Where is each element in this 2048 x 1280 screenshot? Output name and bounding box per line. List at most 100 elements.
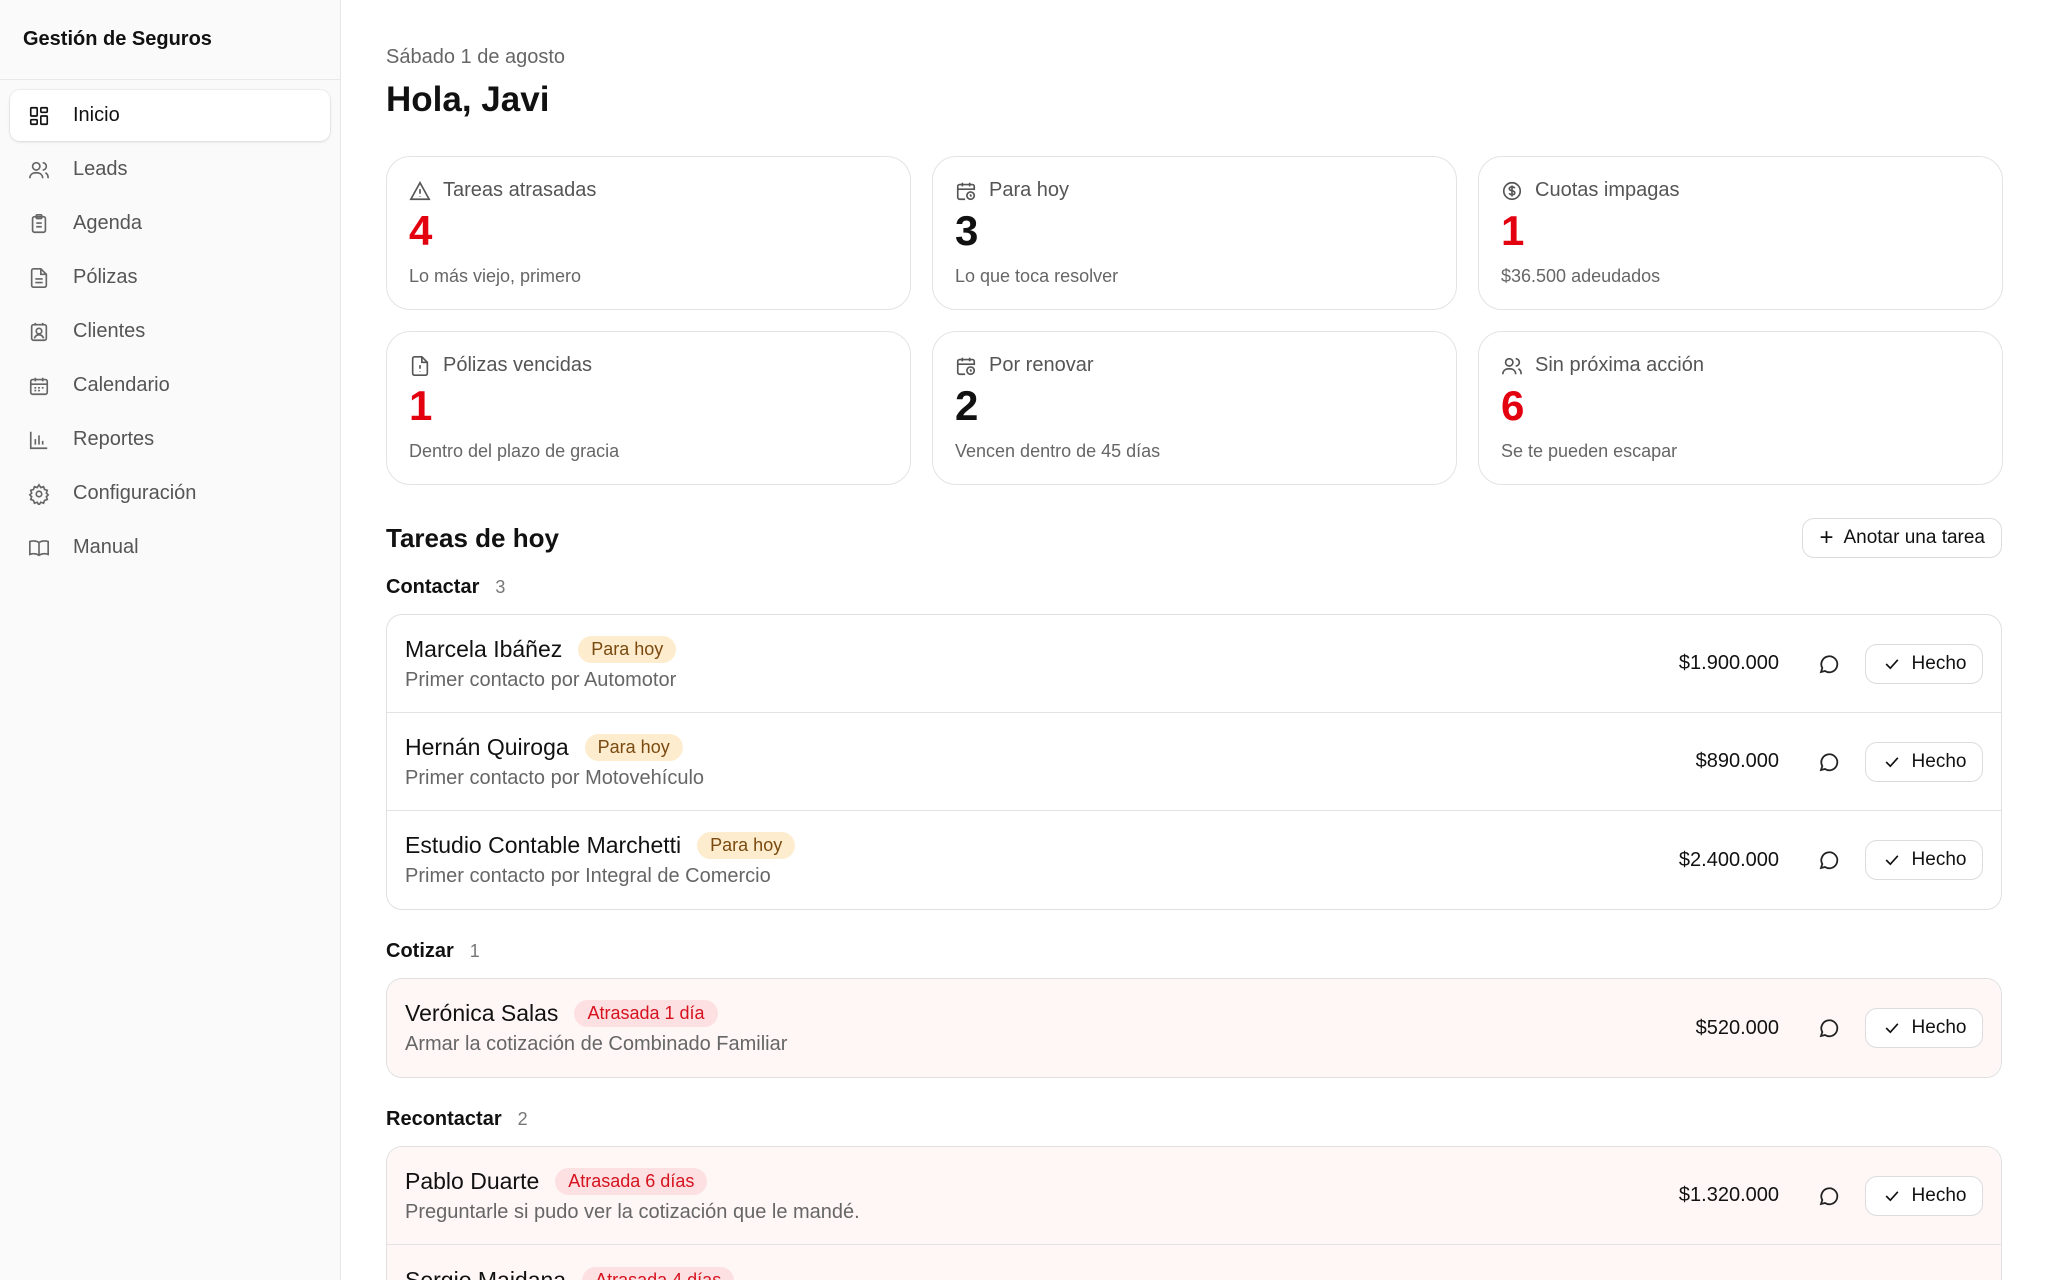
task-amount: $1.900.000 (1678, 652, 1779, 674)
status-badge: Atrasada 4 días (582, 1267, 735, 1280)
calendar-clock-icon (955, 355, 977, 377)
clipboard-icon (28, 213, 50, 235)
group-label-cotizar: Cotizar 1 (386, 940, 480, 963)
sidebar-item-calendario[interactable]: Calendario (10, 360, 330, 411)
task-client-name: Sergio Maidana (405, 1267, 567, 1280)
stats-grid: Tareas atrasadas 4 Lo más viejo, primero… (386, 156, 2003, 485)
message-icon[interactable] (1815, 846, 1843, 874)
group-count: 1 (469, 941, 480, 961)
task-description: Primer contacto por Integral de Comercio (405, 865, 771, 887)
done-label: Hecho (1911, 652, 1967, 674)
check-icon (1885, 1190, 1898, 1201)
stat-title: Cuotas impagas (1535, 179, 1680, 201)
done-button[interactable]: Hecho (1865, 1008, 1983, 1048)
stat-title: Por renovar (989, 354, 1094, 376)
add-task-label: Anotar una tarea (1843, 527, 1985, 548)
warning-icon (409, 180, 431, 202)
stat-value: 1 (1501, 207, 1525, 254)
sidebar-item-configuracion[interactable]: Configuración (10, 468, 330, 519)
stat-card-para-hoy[interactable]: Para hoy 3 Lo que toca resolver (932, 156, 1457, 310)
page-title: Hola, Javi (386, 80, 550, 119)
add-task-button[interactable]: + Anotar una tarea (1802, 518, 2002, 558)
task-description: Primer contacto por Motovehículo (405, 766, 705, 789)
task-amount: $1.320.000 (1678, 1184, 1779, 1206)
done-button[interactable]: Hecho (1865, 840, 1983, 880)
stat-title: Sin próxima acción (1535, 354, 1704, 376)
message-icon[interactable] (1815, 748, 1843, 776)
check-icon (1885, 855, 1898, 866)
task-row[interactable]: Hernán Quiroga Para hoy Primer contacto … (387, 713, 2001, 811)
task-amount: $890.000 (1695, 750, 1779, 772)
task-client-name: Hernán Quiroga (405, 733, 569, 760)
sidebar-item-inicio[interactable]: Inicio (10, 90, 330, 141)
bar-chart-icon (28, 429, 50, 451)
task-row[interactable]: Marcela Ibáñez Para hoy Primer contacto … (387, 615, 2001, 713)
stat-value: 3 (955, 207, 979, 254)
message-icon[interactable] (1815, 1014, 1843, 1042)
stat-card-tareas-atrasadas[interactable]: Tareas atrasadas 4 Lo más viejo, primero (386, 156, 911, 310)
sidebar-item-polizas[interactable]: Pólizas (10, 252, 330, 303)
file-alert-icon (409, 355, 431, 377)
sidebar-item-label: Calendario (73, 374, 170, 396)
dollar-circle-icon (1501, 180, 1523, 202)
sidebar-nav: Inicio Leads Agenda Pólizas Clientes Cal… (0, 80, 340, 586)
done-button[interactable]: Hecho (1865, 741, 1983, 782)
task-row[interactable]: Estudio Contable Marchetti Para hoy Prim… (387, 811, 2001, 909)
status-badge: Atrasada 6 días (555, 1167, 708, 1195)
message-icon[interactable] (1815, 650, 1843, 678)
sidebar-item-label: Agenda (73, 212, 142, 234)
task-amount: $2.400.000 (1678, 848, 1779, 871)
contact-icon (28, 321, 50, 343)
sidebar-item-clientes[interactable]: Clientes (10, 306, 330, 357)
status-badge: Para hoy (578, 635, 677, 663)
group-name: Recontactar (386, 1108, 502, 1130)
users-icon (1501, 355, 1523, 377)
status-badge: Para hoy (584, 733, 683, 761)
gear-icon (28, 482, 50, 505)
done-label: Hecho (1911, 750, 1967, 772)
stat-subtitle: Lo que toca resolver (955, 266, 1119, 286)
task-row[interactable]: Sergio Maidana Atrasada 4 días (387, 1245, 2001, 1280)
sidebar-item-leads[interactable]: Leads (10, 144, 330, 195)
stat-subtitle: $36.500 adeudados (1501, 266, 1661, 286)
sidebar-item-label: Inicio (73, 104, 120, 126)
done-label: Hecho (1911, 1184, 1967, 1206)
task-client-name: Pablo Duarte (405, 1167, 540, 1194)
task-amount: $520.000 (1695, 1016, 1779, 1039)
check-icon (1885, 756, 1898, 767)
done-label: Hecho (1911, 1017, 1967, 1038)
sidebar-item-label: Pólizas (73, 266, 138, 288)
plus-icon: + (1819, 524, 1834, 551)
stat-card-cuotas-impagas[interactable]: Cuotas impagas 1 $36.500 adeudados (1478, 156, 2003, 310)
group-name: Contactar (386, 576, 480, 598)
done-button[interactable]: Hecho (1865, 1175, 1983, 1216)
task-list-cotizar: Verónica Salas Atrasada 1 día Armar la c… (386, 978, 2002, 1078)
task-list-recontactar: Pablo Duarte Atrasada 6 días Preguntarle… (386, 1146, 2002, 1280)
sidebar-item-manual[interactable]: Manual (10, 522, 330, 573)
stat-card-sin-proxima-accion[interactable]: Sin próxima acción 6 Se te pueden escapa… (1478, 331, 2003, 485)
tasks-header: Tareas de hoy + Anotar una tarea (386, 518, 2002, 558)
stat-subtitle: Se te pueden escapar (1501, 441, 1678, 461)
users-icon (28, 159, 50, 181)
check-icon (1885, 1023, 1898, 1034)
task-row[interactable]: Pablo Duarte Atrasada 6 días Preguntarle… (387, 1147, 2001, 1245)
sidebar-item-agenda[interactable]: Agenda (10, 198, 330, 249)
stat-value: 6 (1501, 382, 1525, 429)
stat-value: 2 (955, 382, 979, 429)
stat-subtitle: Vencen dentro de 45 días (955, 441, 1161, 461)
stat-value: 1 (409, 382, 433, 429)
document-icon (28, 267, 50, 289)
done-label: Hecho (1911, 849, 1967, 870)
stat-card-por-renovar[interactable]: Por renovar 2 Vencen dentro de 45 días (932, 331, 1457, 485)
calendar-icon (28, 375, 50, 397)
task-list-contactar: Marcela Ibáñez Para hoy Primer contacto … (386, 614, 2002, 910)
task-client-name: Verónica Salas (405, 1000, 559, 1026)
done-button[interactable]: Hecho (1865, 643, 1983, 684)
message-icon[interactable] (1815, 1182, 1843, 1210)
group-label-recontactar: Recontactar 2 (386, 1108, 528, 1131)
sidebar-item-reportes[interactable]: Reportes (10, 414, 330, 465)
task-row[interactable]: Verónica Salas Atrasada 1 día Armar la c… (387, 979, 2001, 1077)
stat-card-polizas-vencidas[interactable]: Pólizas vencidas 1 Dentro del plazo de g… (386, 331, 911, 485)
group-count: 2 (517, 1109, 528, 1129)
stat-value: 4 (409, 207, 433, 254)
